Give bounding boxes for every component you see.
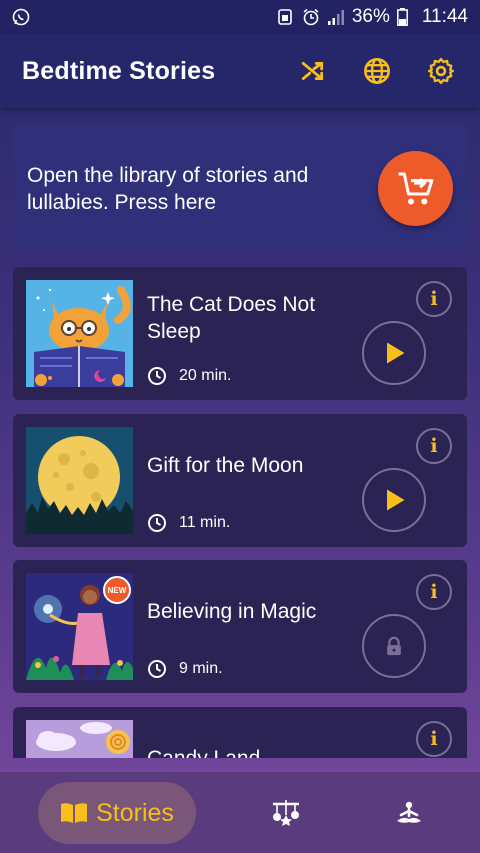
gear-icon xyxy=(427,57,455,85)
story-list[interactable]: The Cat Does Not Sleep 20 min. i Gift fo… xyxy=(0,260,480,758)
story-thumbnail-cat xyxy=(26,280,133,387)
lock-icon xyxy=(387,636,401,656)
sim-icon xyxy=(277,8,295,26)
story-duration: 20 min. xyxy=(147,366,231,386)
info-button[interactable]: i xyxy=(416,281,452,317)
settings-button[interactable] xyxy=(424,54,458,88)
whatsapp-icon xyxy=(12,8,30,26)
battery-icon xyxy=(396,8,415,26)
story-title: Gift for the Moon xyxy=(147,454,304,477)
duration-text: 9 min. xyxy=(179,660,223,677)
play-button[interactable] xyxy=(362,468,426,532)
status-bar: 36% 11:44 xyxy=(0,0,480,34)
battery-percent: 36% xyxy=(351,6,390,27)
add-to-cart-icon xyxy=(398,172,433,204)
crib-mobile-icon xyxy=(273,800,299,826)
signal-icon xyxy=(327,8,345,26)
meditation-icon xyxy=(397,801,421,823)
story-title: Candy Land xyxy=(147,745,357,758)
nav-lullabies-tab[interactable] xyxy=(271,800,301,826)
language-button[interactable] xyxy=(360,54,394,88)
play-icon xyxy=(387,342,405,364)
clock-icon xyxy=(148,367,166,385)
info-button[interactable]: i xyxy=(416,721,452,757)
story-thumbnail-magic: NEW xyxy=(26,573,133,680)
info-button[interactable]: i xyxy=(416,428,452,464)
clock-icon xyxy=(148,660,166,678)
app-title: Bedtime Stories xyxy=(22,56,216,85)
story-duration: 11 min. xyxy=(147,513,230,533)
shuffle-icon xyxy=(301,62,324,80)
locked-button[interactable] xyxy=(362,614,426,678)
clock-time: 11:44 xyxy=(421,6,468,27)
story-thumbnail-candy xyxy=(26,720,133,758)
app-bar: Bedtime Stories xyxy=(0,34,480,108)
story-duration: 9 min. xyxy=(147,659,223,679)
new-badge: NEW xyxy=(103,576,131,604)
library-banner[interactable]: Open the library of stories and lullabie… xyxy=(13,125,467,252)
banner-text: Open the library of stories and lullabie… xyxy=(27,163,309,214)
nav-stories-tab[interactable]: Stories xyxy=(38,782,196,844)
shuffle-button[interactable] xyxy=(296,54,330,88)
bottom-nav: Stories xyxy=(0,772,480,853)
story-card-candy[interactable]: Candy Land i xyxy=(13,707,467,758)
globe-icon xyxy=(364,58,390,84)
play-button[interactable] xyxy=(362,321,426,385)
story-title: The Cat Does Not Sleep xyxy=(147,293,316,343)
duration-text: 20 min. xyxy=(179,367,232,384)
story-card-cat[interactable]: The Cat Does Not Sleep 20 min. i xyxy=(13,267,467,400)
info-button[interactable]: i xyxy=(416,574,452,610)
story-thumbnail-moon xyxy=(26,427,133,534)
nav-stories-label: Stories xyxy=(96,798,174,827)
book-icon xyxy=(61,803,88,823)
library-button[interactable] xyxy=(378,151,453,226)
play-icon xyxy=(387,489,405,511)
duration-text: 11 min. xyxy=(179,514,231,531)
clock-icon xyxy=(148,514,166,532)
nav-meditation-tab[interactable] xyxy=(394,800,424,826)
story-title: Believing in Magic xyxy=(147,600,317,623)
alarm-icon xyxy=(302,8,320,26)
story-card-magic[interactable]: NEW Believing in Magic 9 min. i xyxy=(13,560,467,693)
story-card-moon[interactable]: Gift for the Moon 11 min. i xyxy=(13,414,467,547)
